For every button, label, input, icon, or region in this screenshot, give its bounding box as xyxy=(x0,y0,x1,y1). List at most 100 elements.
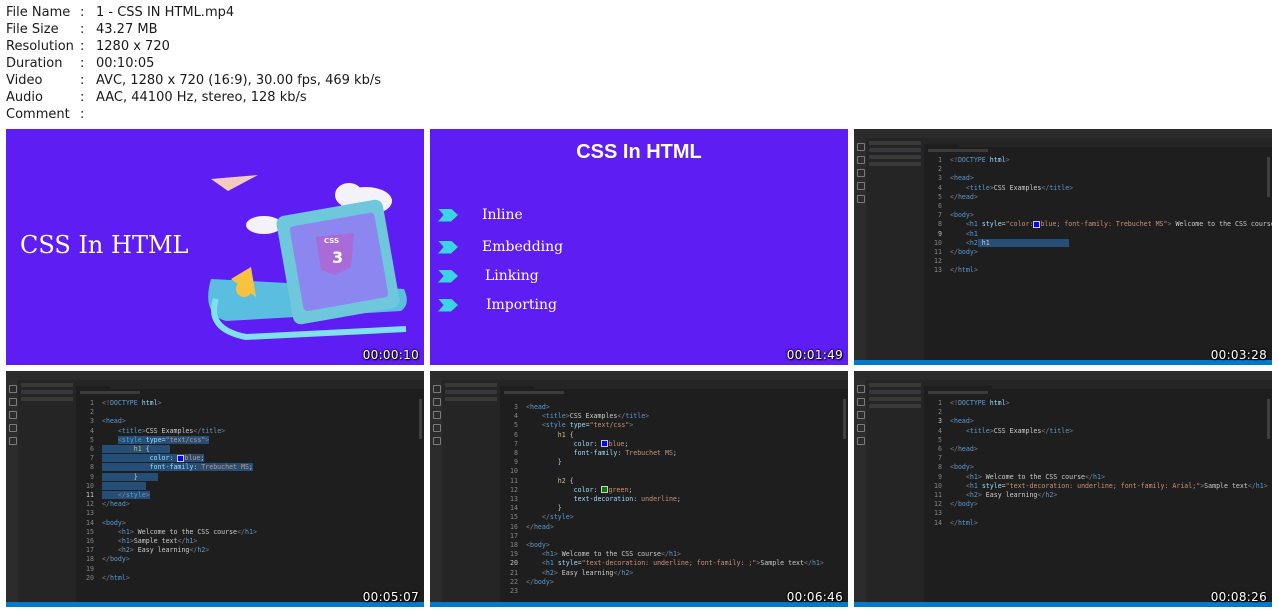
info-separator: : xyxy=(80,56,85,71)
slide-title: CSS In HTML xyxy=(20,231,189,259)
info-separator: : xyxy=(80,73,85,88)
activity-bar xyxy=(6,380,18,602)
editor-tabs xyxy=(924,138,1272,153)
thumbnail-editor-inline[interactable]: 1 <!DOCTYPE html> 2 3 <head> 4 <title>CSS … xyxy=(854,129,1272,365)
timestamp: 00:00:10 xyxy=(362,348,419,362)
search-icon xyxy=(857,156,865,164)
info-label: Video xyxy=(6,73,43,88)
info-value: 1280 x 720 xyxy=(96,39,170,54)
arrow-icon xyxy=(438,298,458,312)
info-label: Resolution xyxy=(6,39,74,54)
explorer-sidebar xyxy=(866,380,924,602)
extensions-icon xyxy=(433,437,441,445)
bullet-item: Linking xyxy=(438,268,539,284)
title-bar xyxy=(6,371,424,380)
breadcrumb xyxy=(924,389,1272,396)
title-bar xyxy=(854,129,1272,138)
info-value: 1 - CSS IN HTML.mp4 xyxy=(96,5,235,20)
arrow-icon xyxy=(438,208,458,222)
breadcrumb xyxy=(500,389,848,396)
info-label: Comment xyxy=(6,107,70,122)
info-separator: : xyxy=(80,22,85,37)
code-editor: 3 <head> 4 <title>CSS Examples</title> 5 … xyxy=(510,403,824,596)
file-info-row: Duration:00:10:05 xyxy=(6,55,381,72)
run-icon xyxy=(857,424,865,432)
extensions-icon xyxy=(857,195,865,203)
code-editor: 1 <!DOCTYPE html> 2 3 <head> 4 <title>CSS … xyxy=(86,399,257,582)
info-value: AVC, 1280 x 720 (16:9), 30.00 fps, 469 k… xyxy=(96,73,381,88)
file-info-row: Video: AVC, 1280 x 720 (16:9), 30.00 fps,… xyxy=(6,72,381,89)
activity-bar xyxy=(854,138,866,360)
arrow-icon xyxy=(438,269,458,283)
status-bar xyxy=(854,360,1272,365)
thumbnail-editor-linking[interactable]: 1 <!DOCTYPE html> 2 3 <head> 4 <title>CSS … xyxy=(854,371,1272,607)
file-info-panel: File Name:1 - CSS IN HTML.mp4 File Size:… xyxy=(6,4,381,123)
title-bar xyxy=(854,371,1272,380)
editor-tabs xyxy=(76,380,424,395)
timestamp: 00:06:46 xyxy=(786,590,843,604)
status-bar xyxy=(854,602,1272,607)
info-value: 00:10:05 xyxy=(96,56,155,71)
file-info-row: Comment: xyxy=(6,106,381,123)
slide-title: CSS In HTML xyxy=(576,141,702,163)
info-label: File Name xyxy=(6,5,71,20)
run-icon xyxy=(9,424,17,432)
code-editor: 1 <!DOCTYPE html> 2 3 <head> 4 <title>CSS … xyxy=(934,399,1268,527)
files-icon xyxy=(433,385,441,393)
source-control-icon xyxy=(433,411,441,419)
files-icon xyxy=(857,385,865,393)
status-bar xyxy=(6,602,424,607)
activity-bar xyxy=(854,380,866,602)
run-icon xyxy=(857,182,865,190)
search-icon xyxy=(857,398,865,406)
breadcrumb xyxy=(924,147,1272,154)
breadcrumb xyxy=(76,389,424,396)
status-bar xyxy=(430,602,848,607)
bullet-label: Importing xyxy=(486,297,557,313)
bullet-label: Inline xyxy=(482,207,523,223)
bullet-item: Importing xyxy=(438,297,557,313)
bullet-label: Embedding xyxy=(482,239,564,255)
arrow-icon xyxy=(438,240,458,254)
code-editor: 1 <!DOCTYPE html> 2 3 <head> 4 <title>CSS … xyxy=(934,156,1272,275)
extensions-icon xyxy=(9,437,17,445)
extensions-icon xyxy=(857,437,865,445)
svg-text:3: 3 xyxy=(332,248,343,267)
search-icon xyxy=(433,398,441,406)
title-bar xyxy=(430,371,848,380)
thumbnail-editor-embedded[interactable]: 1 <!DOCTYPE html> 2 3 <head> 4 <title>CSS … xyxy=(6,371,424,607)
info-separator: : xyxy=(80,39,85,54)
files-icon xyxy=(9,385,17,393)
files-icon xyxy=(857,143,865,151)
source-control-icon xyxy=(857,169,865,177)
thumbnail-bullet-slide[interactable]: CSS In HTML Inline Embedding Linking Imp… xyxy=(430,129,848,365)
info-label: Audio xyxy=(6,90,43,105)
timestamp: 00:03:28 xyxy=(1210,348,1267,362)
paper-plane-icon xyxy=(211,175,258,191)
file-info-row: File Size:43.27 MB xyxy=(6,21,381,38)
bullet-label: Linking xyxy=(485,268,539,284)
info-separator: : xyxy=(80,90,85,105)
css-badge-text: CSS xyxy=(324,237,339,245)
file-info-row: Resolution:1280 x 720 xyxy=(6,38,381,55)
bullet-item: Inline xyxy=(438,207,523,223)
thumbnail-title-slide[interactable]: CSS 3 CSS In HTML 00:00:10 xyxy=(6,129,424,365)
timestamp: 00:08:26 xyxy=(1210,590,1267,604)
timestamp: 00:05:07 xyxy=(362,590,419,604)
scrollbar xyxy=(843,399,846,439)
search-icon xyxy=(9,398,17,406)
bullet-item: Embedding xyxy=(438,239,563,255)
info-value: 43.27 MB xyxy=(96,22,158,37)
info-value: AAC, 44100 Hz, stereo, 128 kb/s xyxy=(96,90,307,105)
file-info-row: Audio: AAC, 44100 Hz, stereo, 128 kb/s xyxy=(6,89,381,106)
explorer-sidebar xyxy=(866,138,924,360)
source-control-icon xyxy=(9,411,17,419)
timestamp: 00:01:49 xyxy=(786,348,843,362)
explorer-sidebar xyxy=(442,380,500,602)
explorer-sidebar xyxy=(18,380,76,602)
source-control-icon xyxy=(857,411,865,419)
file-info-row: File Name:1 - CSS IN HTML.mp4 xyxy=(6,4,381,21)
editor-tabs xyxy=(500,380,848,395)
info-label: Duration xyxy=(6,56,63,71)
thumbnail-editor-rules[interactable]: 3 <head> 4 <title>CSS Examples</title> 5 … xyxy=(430,371,848,607)
